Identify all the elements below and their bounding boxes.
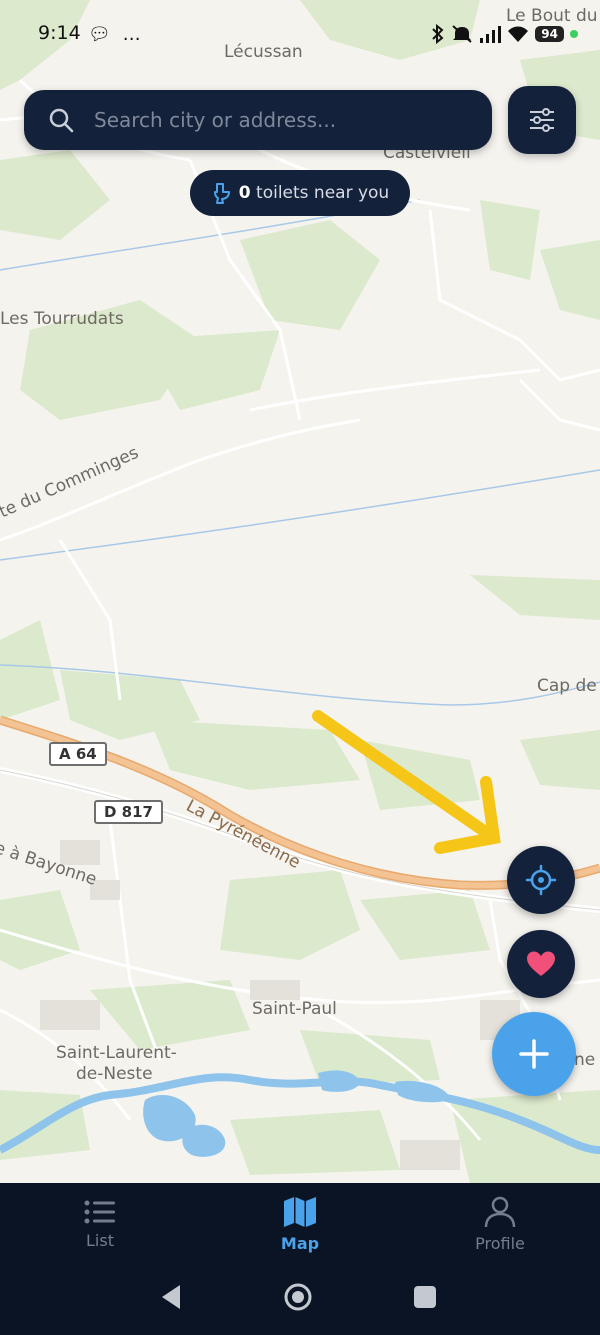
heart-icon xyxy=(527,951,555,976)
toilet-count-label: toilets near you xyxy=(256,183,390,203)
map-label: Saint-Laurent- xyxy=(56,1043,177,1063)
toilets-near-you-pill[interactable]: 0 toilets near you xyxy=(190,170,410,216)
recents-icon[interactable] xyxy=(414,1286,436,1308)
nav-list[interactable]: List xyxy=(0,1183,200,1265)
road-shield-a64: A 64 xyxy=(49,742,107,766)
map-label: Saint-Paul xyxy=(252,999,337,1019)
toilet-icon xyxy=(213,183,230,204)
app-screen: Le Bout du Lécussan Castelvieil Les Tour… xyxy=(0,0,600,1335)
map-label: de-Neste xyxy=(76,1064,153,1084)
wifi-icon xyxy=(508,26,529,42)
nav-list-label: List xyxy=(86,1230,114,1250)
search-icon xyxy=(49,108,74,133)
filter-button[interactable] xyxy=(508,86,576,154)
add-toilet-button[interactable] xyxy=(492,1012,576,1096)
privacy-dot xyxy=(570,30,578,38)
system-nav-icons xyxy=(162,1283,436,1311)
status-time: 9:14 xyxy=(38,22,81,44)
mute-icon xyxy=(452,25,472,43)
chat-bubble-icon: 💬︎ xyxy=(88,24,111,45)
battery-indicator: 94 xyxy=(535,26,564,42)
toilet-count: 0 xyxy=(238,183,251,203)
status-bar: 9:14 💬︎ … 94 xyxy=(0,0,600,68)
locate-me-button[interactable] xyxy=(507,846,575,914)
person-icon xyxy=(484,1196,516,1227)
nav-profile[interactable]: Profile xyxy=(400,1183,600,1265)
signal-icon xyxy=(480,26,502,43)
nav-map-label: Map xyxy=(280,1233,320,1253)
search-bar[interactable] xyxy=(24,90,492,150)
system-navigation-bar xyxy=(0,1265,600,1335)
map-label: Cap de xyxy=(537,676,597,696)
search-input[interactable] xyxy=(92,107,492,133)
favorites-button[interactable] xyxy=(507,930,575,998)
plus-icon xyxy=(519,1039,549,1069)
list-icon xyxy=(84,1200,115,1223)
system-status-icons: 94 xyxy=(431,24,578,44)
map-label: ne xyxy=(574,1050,596,1070)
crosshair-icon xyxy=(525,864,557,896)
more-dots-icon: … xyxy=(122,24,141,45)
notification-icons: 💬︎ … xyxy=(88,24,141,45)
nav-map[interactable]: Map xyxy=(200,1183,400,1265)
map-icon xyxy=(284,1196,316,1227)
sliders-icon xyxy=(530,108,554,132)
map-label: Les Tourrudats xyxy=(0,309,124,329)
road-shield-d817: D 817 xyxy=(94,800,163,824)
bottom-navigation: List Map Profile xyxy=(0,1183,600,1265)
nav-profile-label: Profile xyxy=(475,1233,525,1253)
bluetooth-icon xyxy=(432,24,444,44)
back-icon[interactable] xyxy=(162,1285,180,1309)
